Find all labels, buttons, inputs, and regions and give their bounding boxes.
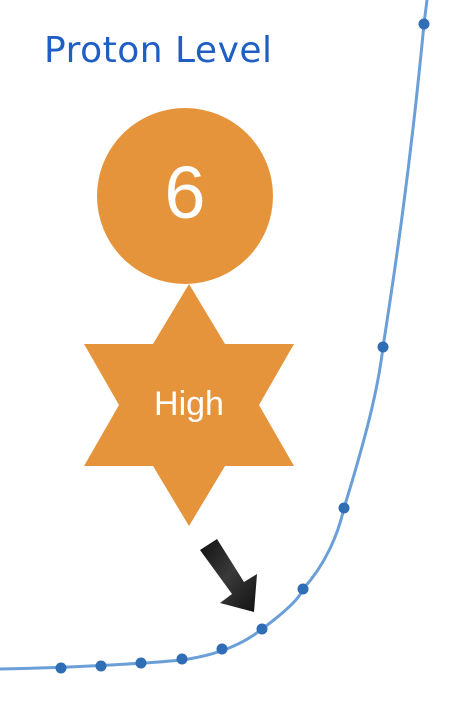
arrow-down-right-icon — [200, 539, 257, 612]
